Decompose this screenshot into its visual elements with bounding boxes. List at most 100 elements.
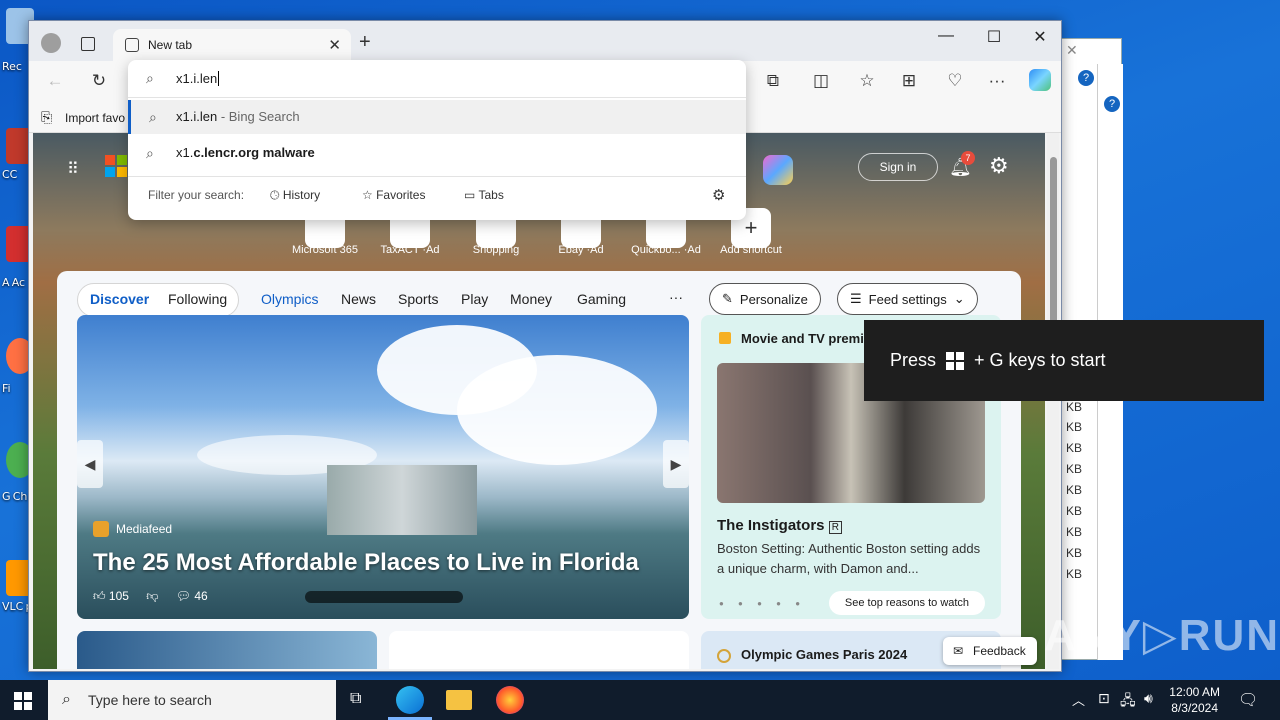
ethernet-icon[interactable]: 🖧︎ [1120,690,1136,714]
file-size: KB [1066,546,1083,560]
tab-play[interactable]: Play [461,291,488,307]
feedback-button[interactable]: ✉ Feedback [943,637,1037,665]
article-card[interactable] [389,631,689,669]
sign-in-button[interactable]: Sign in [858,153,938,181]
copilot-icon[interactable] [1029,69,1051,91]
network-icon[interactable]: ⊡ [1098,690,1110,707]
import-favorites-link[interactable]: Import favo [65,111,125,125]
filter-favorites-label: Favorites [376,188,426,202]
back-arrow-icon[interactable]: ← [43,71,67,91]
address-bar[interactable]: ⌕ x1.i.len [128,60,746,98]
hero-prev-arrow[interactable]: ◀ [77,440,103,488]
clock-time: 12:00 AM [1169,685,1220,699]
tab-new-tab[interactable]: New tab ✕ [113,29,351,61]
dislike-icon[interactable]: 👎︎ [146,589,158,603]
tab-sports[interactable]: Sports [398,291,438,307]
like-icon[interactable]: 👍︎ [93,589,106,603]
settings-gear-icon[interactable]: ⚙ [989,153,1009,179]
extensions-icon[interactable]: ⧉ [761,71,785,91]
split-screen-icon[interactable]: ◫ [809,71,833,91]
profile-avatar[interactable] [41,33,61,53]
suggestion-row[interactable]: ⌕ x1.c.lencr.org malware [128,136,746,170]
page-scrollbar[interactable] [1047,133,1059,669]
hero-headline[interactable]: The 25 Most Affordable Places to Live in… [93,549,639,577]
task-view-icon[interactable]: ⧉ [350,690,361,708]
clock-date: 8/3/2024 [1171,701,1218,715]
mediafeed-logo [93,521,109,537]
comment-icon[interactable]: 💬︎ [176,589,191,603]
hero-source-name: Mediafeed [116,522,173,536]
personalize-label: Personalize [739,291,808,307]
filter-tabs[interactable]: ▭ Tabs [464,188,504,202]
hero-article-card[interactable]: ◀ ▶ Mediafeed The 25 Most Affordable Pla… [77,315,689,619]
close-icon[interactable]: ✕ [1066,42,1078,59]
olympic-card-title: Olympic Games Paris 2024 [741,647,908,662]
feed-settings-button[interactable]: ☰ Feed settings ⌄ [837,283,978,315]
game-bar-toast: Press + G keys to start [864,320,1264,401]
hero-image-cloud [457,355,657,465]
volume-icon[interactable]: 🔊︎ [1144,690,1153,707]
like-count: 105 [108,589,129,603]
filter-history[interactable]: 🕓︎ History [270,188,320,203]
show-hidden-icons-chevron[interactable]: ︿ [1072,690,1085,709]
suggestion-bold: c.len [193,145,223,160]
tab-news[interactable]: News [341,291,376,307]
more-tabs-button[interactable]: ··· [669,289,683,305]
taskbar-search-box[interactable]: ⌕ Type here to search [48,680,336,720]
new-tab-button[interactable]: + [359,31,371,54]
scrollbar-thumb[interactable] [1050,157,1057,327]
desktop-icon-label: Fi [2,382,11,395]
tab-discover[interactable]: Discover [90,291,149,307]
tab-olympics[interactable]: Olympics [261,291,319,307]
tab-actions-icon[interactable] [81,37,95,51]
history-icon: 🕓︎ [270,188,283,202]
filter-favorites[interactable]: ☆ Favorites [362,188,425,202]
filter-tabs-label: Tabs [478,188,504,202]
tab-title: New tab [148,38,193,52]
more-options-icon[interactable]: ··· [985,71,1009,91]
hero-next-arrow[interactable]: ▶ [663,440,689,488]
tab-close-icon[interactable]: ✕ [328,36,341,54]
taskbar-search-placeholder: Type here to search [88,692,212,708]
collections-icon[interactable]: ⊞ [897,71,921,91]
system-clock[interactable]: 12:00 AM 8/3/2024 [1169,684,1220,716]
suggestion-text: x1.i.len [176,109,218,124]
carousel-dots[interactable] [305,591,463,603]
refresh-icon[interactable]: ↻ [87,71,111,91]
apps-grid-icon[interactable]: ⠿ [67,159,79,179]
file-size: KB [1066,441,1083,455]
tab-money[interactable]: Money [510,291,552,307]
comment-count: 46 [194,589,208,603]
browser-essentials-icon[interactable]: ♡ [943,71,967,91]
rating-badge: R [828,521,842,534]
tab-gaming[interactable]: Gaming [577,291,626,307]
suggestion-row[interactable]: ⌕ x1.i.len - Bing Search [128,100,746,134]
minimize-button[interactable]: — [931,27,961,45]
article-card[interactable] [77,631,377,669]
edge-taskbar-icon[interactable] [396,686,424,714]
close-window-button[interactable]: ✕ [1025,27,1055,47]
tab-following[interactable]: Following [168,291,227,307]
help-icon[interactable]: ? [1078,70,1094,86]
import-favorites-icon: ⎘ [41,109,53,125]
see-top-reasons-button[interactable]: See top reasons to watch [829,591,985,615]
help-icon[interactable]: ? [1104,96,1120,112]
microsoft-logo [105,155,127,177]
windows-key-icon [946,351,965,370]
toast-rest-text: + G keys to start [974,350,1106,370]
movie-icon [719,332,731,344]
favorites-icon[interactable]: ☆ [855,71,879,91]
search-settings-gear-icon[interactable]: ⚙ [712,186,725,204]
file-explorer-taskbar-icon[interactable] [446,690,472,710]
movie-card-heading: Movie and TV premi [741,331,864,346]
start-button[interactable] [14,692,32,710]
card-page-dots[interactable]: ● ● ● ● ● [719,599,806,608]
movie-card-title[interactable]: The Instigators R [717,517,842,534]
personalize-button[interactable]: ✎ Personalize [709,283,821,315]
copilot-page-icon[interactable] [763,155,793,185]
firefox-taskbar-icon[interactable] [496,686,524,714]
notification-center-icon[interactable]: 🗨︎ [1238,690,1258,710]
address-input-value[interactable]: x1.i.len [176,71,220,86]
maximize-button[interactable]: ☐ [979,27,1009,47]
filter-label: Filter your search: [148,188,245,202]
